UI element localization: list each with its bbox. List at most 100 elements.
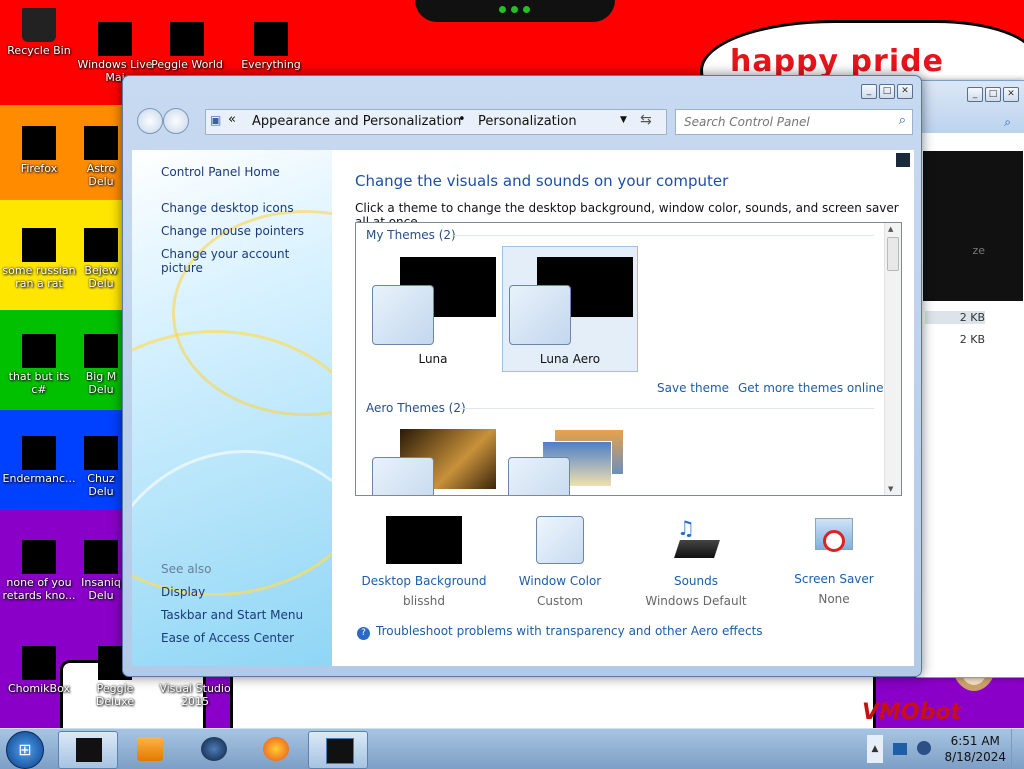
refresh-icon[interactable]: ⇆ bbox=[640, 112, 652, 128]
setting-label: Sounds bbox=[673, 574, 719, 588]
screen-saver-setting[interactable]: Screen Saver None bbox=[769, 516, 899, 606]
desktop-icon-label: Peggle World bbox=[151, 58, 223, 71]
bg-minimize-button[interactable]: _ bbox=[967, 87, 983, 102]
save-theme-link[interactable]: Save theme bbox=[657, 381, 729, 395]
desktop-icon-chomikbox[interactable]: ChomikBox bbox=[0, 646, 78, 695]
get-more-themes-link[interactable]: Get more themes online bbox=[738, 381, 884, 395]
help-circle-icon: ? bbox=[357, 627, 370, 640]
taskbar-media-player-button[interactable] bbox=[120, 731, 178, 767]
bejeweled-icon bbox=[84, 228, 118, 262]
show-desktop-button[interactable] bbox=[1011, 729, 1024, 769]
desktop-icon-that-but-its-csharp[interactable]: that but its c# bbox=[0, 334, 78, 396]
desktop-icon-everything[interactable]: Everything bbox=[232, 22, 310, 71]
window-client-area: Control Panel Home Change desktop icons … bbox=[132, 150, 914, 666]
taskbar-control-panel-button[interactable] bbox=[308, 731, 368, 769]
background-window-titlebar: _ □ ✕ ⌕ bbox=[917, 81, 1024, 133]
desktop-icon-peggle-world[interactable]: Peggle World bbox=[148, 22, 226, 71]
breadcrumb-appearance[interactable]: Appearance and Personalization bbox=[252, 114, 461, 129]
theme-aero-2[interactable] bbox=[502, 419, 636, 495]
volume-icon[interactable] bbox=[917, 741, 931, 755]
desktop-icon-chuzzle-deluxe[interactable]: Chuz Delu bbox=[76, 436, 126, 498]
setting-value: Custom bbox=[537, 594, 583, 608]
left-navigation-pane: Control Panel Home Change desktop icons … bbox=[132, 150, 332, 666]
start-button[interactable]: ⊞ bbox=[6, 731, 44, 769]
address-bar[interactable]: ▣ « Appearance and Personalization • Per… bbox=[205, 109, 667, 135]
desktop-icon-endermanch[interactable]: Endermanc... bbox=[0, 436, 78, 485]
sounds-setting[interactable]: ♫ Sounds Windows Default bbox=[631, 516, 761, 608]
file-size: 2 KB bbox=[959, 333, 985, 346]
theme-window-preview bbox=[508, 457, 570, 495]
minimize-button[interactable]: _ bbox=[861, 84, 877, 99]
desktop-background-icon bbox=[386, 516, 462, 564]
taskbar-explorer-button[interactable] bbox=[58, 731, 118, 769]
bg-close-button[interactable]: ✕ bbox=[1003, 87, 1019, 102]
show-hidden-icons-button[interactable]: ▲ bbox=[867, 735, 883, 763]
desktop-icon-label: some russian ran a rat bbox=[2, 264, 76, 290]
desktop-icon-insaniquarium-deluxe[interactable]: Insaniq Delu bbox=[76, 540, 126, 602]
ease-of-access-link[interactable]: Ease of Access Center bbox=[161, 631, 294, 645]
troubleshoot-label: Troubleshoot problems with transparency … bbox=[376, 624, 763, 638]
search-box[interactable]: ⌕ bbox=[675, 109, 913, 135]
desktop-icon-label: ChomikBox bbox=[8, 682, 70, 695]
theme-list-scrollbar[interactable]: ▲ ▼ bbox=[884, 223, 901, 495]
file-icon bbox=[22, 334, 56, 368]
window-color-setting[interactable]: Window Color Custom bbox=[495, 516, 625, 608]
desktop-icon-some-russian-ran-a-rat[interactable]: some russian ran a rat bbox=[0, 228, 78, 290]
taskbar-start-menu-link[interactable]: Taskbar and Start Menu bbox=[161, 608, 303, 622]
control-panel-home-link[interactable]: Control Panel Home bbox=[161, 165, 280, 179]
clock[interactable]: 6:51 AM 8/18/2024 bbox=[944, 733, 1006, 765]
folder-icon bbox=[22, 436, 56, 470]
help-icon[interactable] bbox=[896, 153, 910, 167]
personalization-window[interactable]: _ □ ✕ ▣ « Appearance and Personalization… bbox=[122, 75, 922, 677]
desktop-background-setting[interactable]: Desktop Background blisshd bbox=[359, 516, 489, 608]
forward-button[interactable] bbox=[163, 108, 189, 134]
breadcrumb-personalization[interactable]: Personalization bbox=[478, 114, 577, 129]
taskbar-globe-button[interactable] bbox=[184, 731, 242, 767]
insaniquarium-icon bbox=[84, 540, 118, 574]
theme-window-preview bbox=[509, 285, 571, 345]
display-link[interactable]: Display bbox=[161, 585, 205, 599]
desktop-icon-label: Bejew Delu bbox=[84, 264, 118, 290]
close-button[interactable]: ✕ bbox=[897, 84, 913, 99]
background-window-column-label: ze bbox=[972, 244, 985, 257]
taskbar-firefox-button[interactable] bbox=[246, 731, 304, 767]
sounds-icon: ♫ bbox=[671, 516, 721, 564]
window-color-icon bbox=[536, 516, 584, 564]
desktop-icon-big-money-deluxe[interactable]: Big M Delu bbox=[76, 334, 126, 396]
firefox-icon bbox=[263, 737, 289, 761]
search-icon[interactable]: ⌕ bbox=[1004, 115, 1011, 130]
setting-value: Windows Default bbox=[645, 594, 747, 608]
desktop-icon-recycle-bin[interactable]: Recycle Bin bbox=[0, 8, 78, 57]
file-icon bbox=[22, 540, 56, 574]
back-button[interactable] bbox=[137, 108, 163, 134]
theme-window-preview bbox=[372, 285, 434, 345]
explorer-icon bbox=[76, 738, 102, 762]
theme-aero-1[interactable] bbox=[366, 419, 500, 495]
everything-icon bbox=[254, 22, 288, 56]
desktop-icon-none-of-you[interactable]: none of you retards kno... bbox=[0, 540, 78, 602]
desktop-icon-astro-deluxe[interactable]: Astro Delu bbox=[76, 126, 126, 188]
change-desktop-icons-link[interactable]: Change desktop icons bbox=[161, 201, 294, 215]
scroll-down-icon[interactable]: ▼ bbox=[888, 485, 893, 493]
firefox-icon bbox=[22, 126, 56, 160]
dropdown-arrow-icon[interactable]: ▼ bbox=[620, 115, 627, 125]
theme-luna[interactable]: Luna bbox=[366, 247, 500, 371]
theme-list[interactable]: My Themes (2) Luna Luna Aero Save theme … bbox=[355, 222, 902, 496]
search-icon[interactable]: ⌕ bbox=[899, 113, 906, 128]
desktop-icon-firefox[interactable]: Firefox bbox=[0, 126, 78, 175]
mail-icon bbox=[98, 22, 132, 56]
scrollbar-thumb[interactable] bbox=[887, 237, 899, 271]
bg-maximize-button[interactable]: □ bbox=[985, 87, 1001, 102]
desktop-icon-bejeweled-deluxe[interactable]: Bejew Delu bbox=[76, 228, 126, 290]
theme-luna-aero[interactable]: Luna Aero bbox=[502, 246, 638, 372]
search-input[interactable] bbox=[682, 114, 886, 130]
scroll-up-icon[interactable]: ▲ bbox=[888, 225, 893, 233]
breadcrumb-overflow-icon[interactable]: « bbox=[228, 112, 236, 127]
change-mouse-pointers-link[interactable]: Change mouse pointers bbox=[161, 224, 304, 238]
change-account-picture-link[interactable]: Change your account picture bbox=[161, 247, 332, 275]
troubleshoot-link[interactable]: ? Troubleshoot problems with transparency… bbox=[357, 624, 763, 640]
network-icon[interactable] bbox=[893, 743, 907, 755]
chuzzle-icon bbox=[84, 436, 118, 470]
maximize-button[interactable]: □ bbox=[879, 84, 895, 99]
background-explorer-window[interactable]: _ □ ✕ ⌕ ze 2 KB 2 KB bbox=[916, 80, 1024, 678]
